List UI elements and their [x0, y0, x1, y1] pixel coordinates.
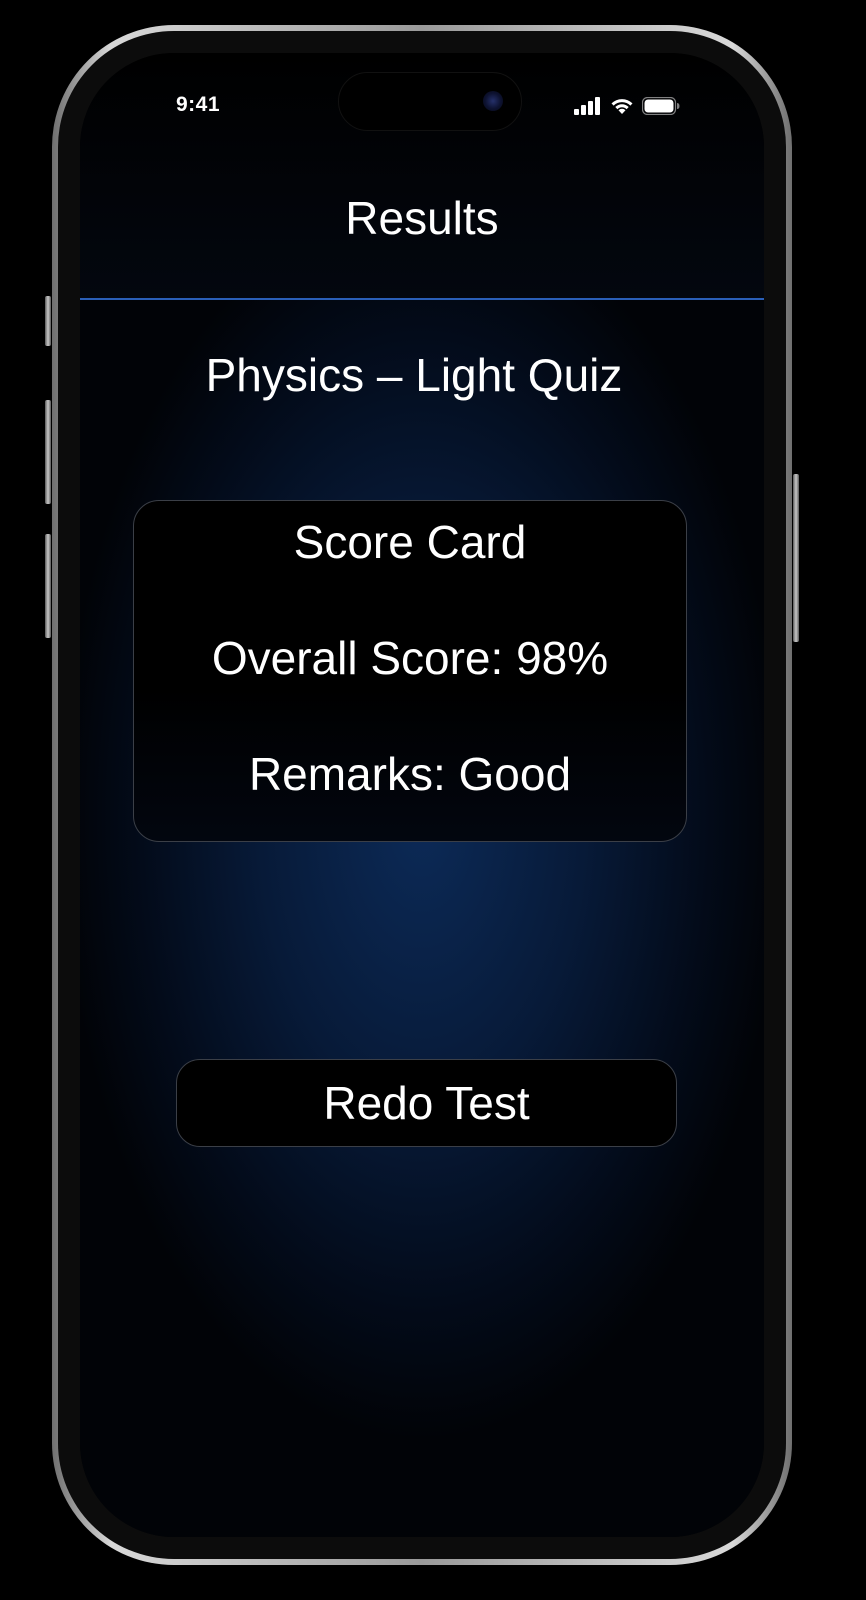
score-card: Score Card Overall Score: 98% Remarks: G…	[133, 500, 687, 842]
page-title: Results	[345, 192, 499, 244]
wifi-icon	[610, 97, 634, 120]
dynamic-island	[338, 72, 522, 131]
content-background	[80, 299, 764, 1537]
quiz-title: Physics – Light Quiz	[205, 349, 623, 401]
power-button	[793, 474, 799, 642]
remarks: Remarks: Good	[248, 748, 572, 800]
redo-test-button[interactable]: Redo Test	[176, 1059, 677, 1147]
device-mockup: 9:41 Results Physics – Light Quiz Score …	[0, 0, 866, 1600]
status-time: 9:41	[176, 93, 221, 116]
volume-up-button	[45, 400, 51, 504]
header-divider	[80, 298, 764, 300]
status-icons	[574, 96, 680, 120]
overall-score: Overall Score: 98%	[211, 632, 609, 684]
phone-screen: 9:41 Results Physics – Light Quiz Score …	[80, 53, 764, 1537]
cellular-signal-icon	[574, 97, 602, 120]
battery-icon	[641, 96, 680, 120]
action-button	[45, 296, 51, 346]
volume-down-button	[45, 534, 51, 638]
score-card-heading: Score Card	[293, 516, 527, 568]
front-camera-icon	[483, 91, 503, 111]
